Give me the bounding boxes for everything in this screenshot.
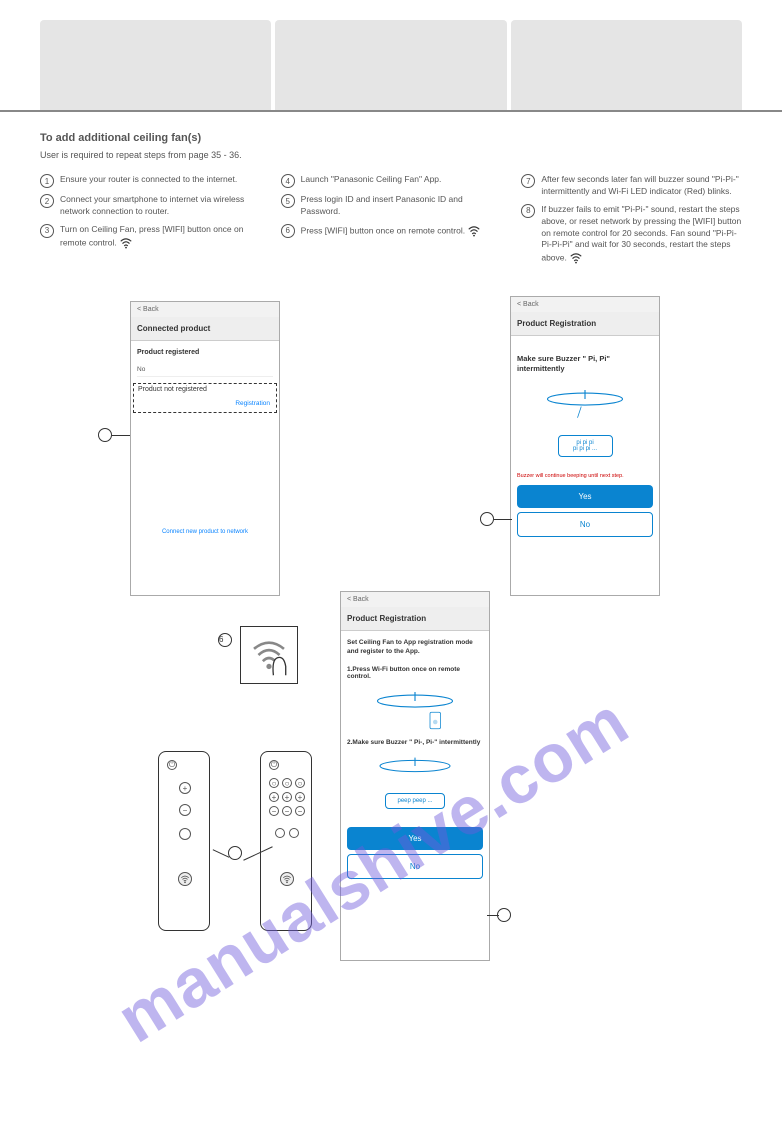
callout-line — [213, 850, 230, 859]
step-text: If buzzer fails to emit "Pi-Pi-" sound, … — [541, 204, 742, 266]
callout-line — [112, 435, 130, 436]
step-num: 5 — [281, 194, 295, 208]
col-2: 4 Launch "Panasonic Ceiling Fan" App. 5 Pr… — [281, 174, 502, 271]
plus-button: + — [179, 782, 191, 794]
wifi-icon — [467, 224, 481, 238]
yes-button[interactable]: Yes — [517, 485, 653, 508]
step-num: 7 — [521, 174, 535, 188]
section-heading: To add additional ceiling fan(s) — [40, 132, 742, 144]
back-link[interactable]: < Back — [511, 297, 659, 312]
power-icon: ⏻ — [167, 760, 177, 770]
phone-title: Product Registration — [511, 312, 659, 336]
remote-control-2: ⏻ ○ ○ ○ + + + − − − — [260, 751, 312, 931]
plus-button: + — [282, 792, 292, 802]
label: Product registered — [137, 349, 273, 356]
step-num: 2 — [40, 194, 54, 208]
mode-button — [289, 828, 299, 838]
sound-bubble: pi pi pi pi pi pi ... — [558, 435, 613, 457]
step-num: 4 — [281, 174, 295, 188]
callout-6: 6 — [218, 633, 232, 647]
col-1: 1 Ensure your router is connected to the … — [40, 174, 261, 271]
head-text: Make sure Buzzer " Pi, Pi" intermittentl… — [517, 354, 653, 374]
wifi-press-illustration — [247, 633, 291, 677]
circle-button: ○ — [282, 778, 292, 788]
no-button[interactable]: No — [347, 854, 483, 879]
label: Product not registered — [138, 386, 272, 393]
circle-button: ○ — [295, 778, 305, 788]
diagram-area: < Back Connected product Product registe… — [0, 271, 782, 991]
step-num: 3 — [40, 224, 54, 238]
callout-marker — [228, 846, 242, 860]
fan-illustration — [370, 752, 460, 787]
fan-illustration — [540, 384, 630, 429]
mode-button — [275, 828, 285, 838]
step-text: Turn on Ceiling Fan, press [WIFI] button… — [60, 224, 261, 250]
minus-button: − — [295, 806, 305, 816]
step-text: Launch "Panasonic Ceiling Fan" App. — [301, 174, 502, 186]
circle-button: ○ — [269, 778, 279, 788]
step-text: Ensure your router is connected to the i… — [60, 174, 261, 186]
wifi-button — [178, 872, 192, 886]
step-num: 1 — [40, 174, 54, 188]
wifi-button — [280, 872, 294, 886]
callout-line — [487, 915, 499, 916]
sound-bubble: peep peep ... — [385, 793, 445, 809]
step-text: After few seconds later fan will buzzer … — [541, 174, 742, 198]
wifi-icon — [119, 236, 133, 250]
finger-press-icon — [240, 626, 298, 684]
tab-3[interactable] — [511, 20, 742, 110]
highlight-box: Product not registered Registration — [133, 383, 277, 413]
instruction-columns: 1 Ensure your router is connected to the … — [0, 174, 782, 271]
minus-button: − — [282, 806, 292, 816]
divider — [0, 110, 782, 112]
value: No — [137, 360, 273, 377]
step-text: Press login ID and insert Panasonic ID a… — [301, 194, 502, 218]
mode-button — [179, 828, 191, 840]
back-link[interactable]: < Back — [131, 302, 279, 317]
tab-2[interactable] — [275, 20, 506, 110]
step-text: Connect your smartphone to internet via … — [60, 194, 261, 218]
power-icon: ⏻ — [269, 760, 279, 770]
step-num: 6 — [281, 224, 295, 238]
phone-title: Connected product — [131, 317, 279, 341]
minus-button: − — [269, 806, 279, 816]
intro-text: Set Ceiling Fan to App registration mode… — [347, 639, 483, 656]
phone-registration-steps: < Back Product Registration Set Ceiling … — [340, 591, 490, 961]
phone-connected-product: < Back Connected product Product registe… — [130, 301, 280, 596]
no-button[interactable]: No — [517, 512, 653, 537]
tab-1[interactable] — [40, 20, 271, 110]
col-3: 7 After few seconds later fan will buzzer… — [521, 174, 742, 271]
step2-text: 2.Make sure Buzzer " Pi-, Pi-" intermitt… — [347, 739, 483, 746]
callout-line — [494, 519, 512, 520]
step1-text: 1.Press Wi-Fi button once on remote cont… — [347, 666, 483, 680]
phone-title: Product Registration — [341, 607, 489, 631]
tab-bar — [0, 0, 782, 110]
warning-note: Buzzer will continue beeping until next … — [511, 471, 659, 481]
plus-button: + — [269, 792, 279, 802]
registration-link[interactable]: Registration — [138, 397, 272, 410]
connect-link[interactable]: Connect new product to network — [137, 523, 273, 541]
minus-button: − — [179, 804, 191, 816]
yes-button[interactable]: Yes — [347, 827, 483, 850]
remote-control-1: ⏻ + − — [158, 751, 210, 931]
fan-illustration — [370, 686, 460, 731]
phone-buzzer-confirm: < Back Product Registration Make sure Bu… — [510, 296, 660, 596]
callout-marker — [480, 512, 494, 526]
callout-9 — [497, 908, 511, 922]
step-text: Press [WIFI] button once on remote contr… — [301, 224, 502, 238]
step-num: 8 — [521, 204, 535, 218]
section-subtitle: User is required to repeat steps from pa… — [40, 150, 742, 160]
wifi-icon — [569, 251, 583, 265]
back-link[interactable]: < Back — [341, 592, 489, 607]
callout-8 — [98, 428, 112, 442]
plus-button: + — [295, 792, 305, 802]
